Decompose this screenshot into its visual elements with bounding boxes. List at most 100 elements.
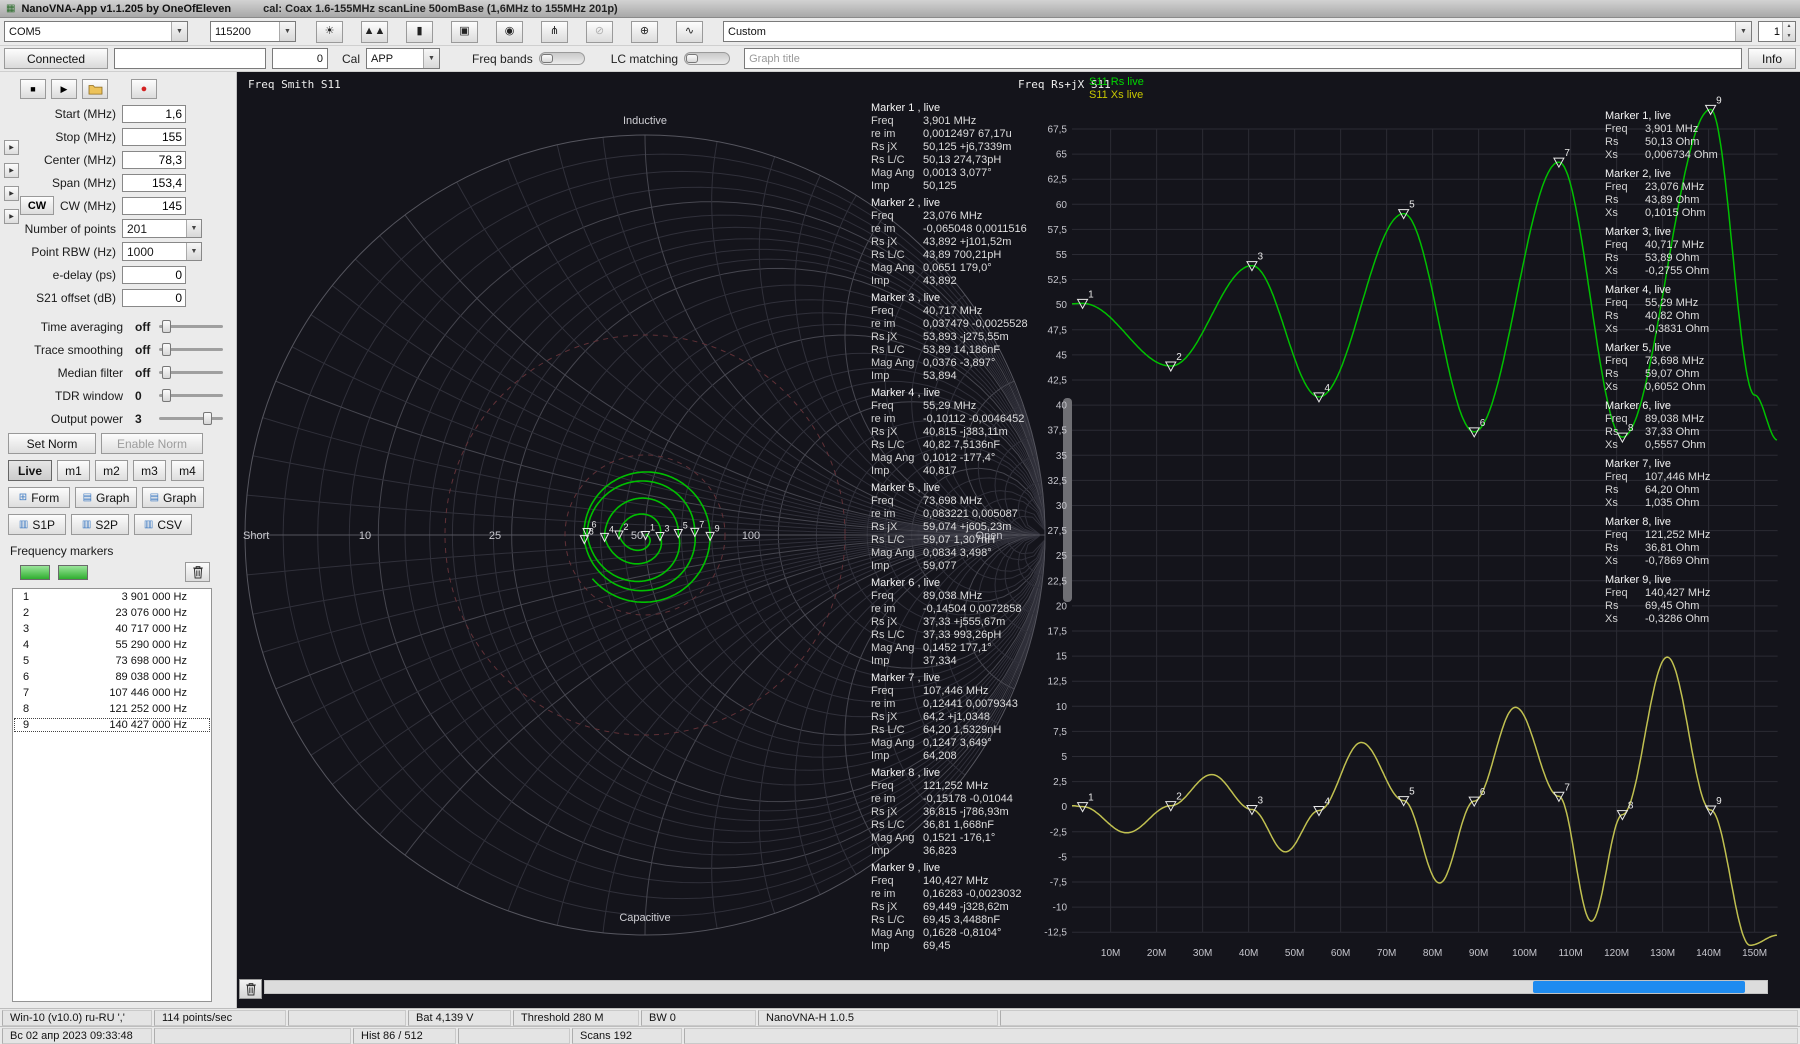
start-mhz-input[interactable] [122,105,186,123]
trace-button-live[interactable]: Live [8,460,52,481]
usb-button[interactable]: ▮ [406,21,433,43]
marker-list-row-3[interactable]: 3 40 717 000 Hz [13,621,211,637]
marker-detail-title: Marker 9 , live [871,862,1028,875]
spinner-arrows[interactable]: ▲ ▼ [1782,22,1795,41]
readout-label: Imp [871,275,923,288]
export-button-s2p[interactable]: ▥ S2P [71,514,129,535]
fork-button[interactable]: ⋔ [541,21,568,43]
field-label-span-mhz: Span (MHz) [20,176,122,190]
disabled-tool-button[interactable]: ⊘ [586,21,613,43]
marker-detail-row: Freq 3,901 MHz [871,115,1028,128]
spin-down-icon[interactable]: ▼ [1783,32,1795,42]
spin-up-icon[interactable]: ▲ [1783,22,1795,32]
trace-button-m2[interactable]: m2 [95,460,128,481]
marker-list-row-4[interactable]: 4 55 290 000 Hz [13,637,211,653]
statusbar-row2: Вс 02 апр 2023 09:33:48 Hist 86 / 512 Scan… [0,1026,1800,1044]
svg-text:40M: 40M [1239,948,1258,959]
output-power-slider[interactable] [159,411,223,426]
com-port-select[interactable]: COM5 ▼ [4,21,188,42]
readout-label: Mag Ang [871,262,923,275]
center-mhz-input[interactable] [122,151,186,169]
graph-title-input[interactable] [744,48,1742,69]
stop-mhz-input[interactable] [122,128,186,146]
s21-offset-db-input[interactable] [122,289,186,307]
svg-text:10: 10 [1056,702,1068,713]
screen-count-spinner[interactable]: 1 ▲ ▼ [1758,21,1796,42]
trace-button-m1[interactable]: m1 [57,460,90,481]
readout-value: 0,1521 -176,1° [923,832,995,844]
readout-label: Mag Ang [871,737,923,750]
expand-arrow-button-3[interactable]: ▶ [4,186,19,201]
slider-thumb[interactable] [162,389,171,402]
marker-detail-row: Freq 73,698 MHz [871,495,1028,508]
toggle-knob[interactable] [541,54,553,63]
cw-mhz-input[interactable] [122,197,186,215]
freq-bands-toggle[interactable] [539,52,585,65]
svg-text:30: 30 [1056,501,1068,512]
export-button-s1p[interactable]: ▥ S1P [8,514,66,535]
set-norm-button[interactable]: Set Norm [8,433,96,454]
e-delay-ps-input[interactable] [122,266,186,284]
view-button-graph[interactable]: ▤ Graph [75,487,137,508]
marker-detail-row: Mag Ang 0,1012 -177,4° [871,452,1028,465]
marker-list-row-6[interactable]: 6 89 038 000 Hz [13,669,211,685]
right-marker-row: Rs 53,89 Ohm [1605,252,1718,265]
tdr-window-slider[interactable] [159,388,223,403]
slider-thumb[interactable] [162,320,171,333]
camera-button[interactable]: ◉ [496,21,523,43]
number-of-points-select[interactable]: 201 ▼ [122,219,202,238]
cw-button[interactable]: CW [20,196,54,215]
marker-list-row-7[interactable]: 7 107 446 000 Hz [13,685,211,701]
export-button-csv[interactable]: ▥ CSV [134,514,192,535]
open-folder-button[interactable] [82,79,108,99]
web-button[interactable]: ⊕ [631,21,658,43]
status-device: NanoVNA-H 1.0.5 [758,1010,998,1026]
scan-arrows-button[interactable]: ▲▲ [361,21,388,43]
readout-label: Freq [1605,413,1645,426]
marker-color-swatch-1[interactable] [20,565,50,580]
connected-button[interactable]: Connected [4,48,108,69]
expand-arrow-button-1[interactable]: ▶ [4,140,19,155]
cal-file-input[interactable] [114,48,266,69]
marker-list-row-5[interactable]: 5 73 698 000 Hz [13,653,211,669]
slider-thumb[interactable] [162,343,171,356]
stop-button[interactable]: ■ [20,79,46,99]
median-filter-slider[interactable] [159,365,223,380]
expand-arrow-button-2[interactable]: ▶ [4,163,19,178]
delete-markers-button[interactable] [185,562,210,582]
frequency-marker-list[interactable]: 1 3 901 000 Hz 2 23 076 000 Hz 3 40 717 000 H… [12,588,212,1002]
span-mhz-input[interactable] [122,174,186,192]
slider-thumb[interactable] [203,412,212,425]
trace-button-m4[interactable]: m4 [171,460,204,481]
marker-color-swatch-2[interactable] [58,565,88,580]
record-button[interactable]: ● [131,79,157,99]
marker-list-row-1[interactable]: 1 3 901 000 Hz [13,589,211,605]
app-select[interactable]: APP ▼ [366,48,440,69]
marker-list-row-8[interactable]: 8 121 252 000 Hz [13,701,211,717]
slider-thumb[interactable] [162,366,171,379]
expand-arrow-button-4[interactable]: ▶ [4,209,19,224]
view-button-form[interactable]: ⊞ Form [8,487,70,508]
preset-select[interactable]: Custom ▼ [723,21,1752,42]
marker-detail-row: Freq 89,038 MHz [871,590,1028,603]
waveform-button[interactable]: ∿ [676,21,703,43]
clear-markers-button[interactable] [239,979,262,999]
trace-smoothing-slider[interactable] [159,342,223,357]
point-rbw-hz-select[interactable]: 1000 ▼ [122,242,202,261]
svg-text:0: 0 [1061,802,1067,813]
readout-value: 69,45 [923,940,951,952]
screenshot-button[interactable]: ▣ [451,21,478,43]
readout-value: 36,823 [923,845,957,857]
time-averaging-slider[interactable] [159,319,223,334]
cal-value-input[interactable] [272,48,328,69]
marker-list-row-2[interactable]: 2 23 076 000 Hz [13,605,211,621]
view-button-graph-2[interactable]: ▤ Graph [142,487,204,508]
play-button[interactable]: ▶ [51,79,77,99]
lc-matching-toggle[interactable] [684,52,730,65]
brightness-button[interactable]: ☀ [316,21,343,43]
trace-button-m3[interactable]: m3 [133,460,166,481]
baud-select[interactable]: 115200 ▼ [210,21,296,42]
marker-list-row-9[interactable]: 9 140 427 000 Hz [13,717,211,733]
info-button[interactable]: Info [1748,48,1796,69]
toggle-knob[interactable] [686,54,698,63]
